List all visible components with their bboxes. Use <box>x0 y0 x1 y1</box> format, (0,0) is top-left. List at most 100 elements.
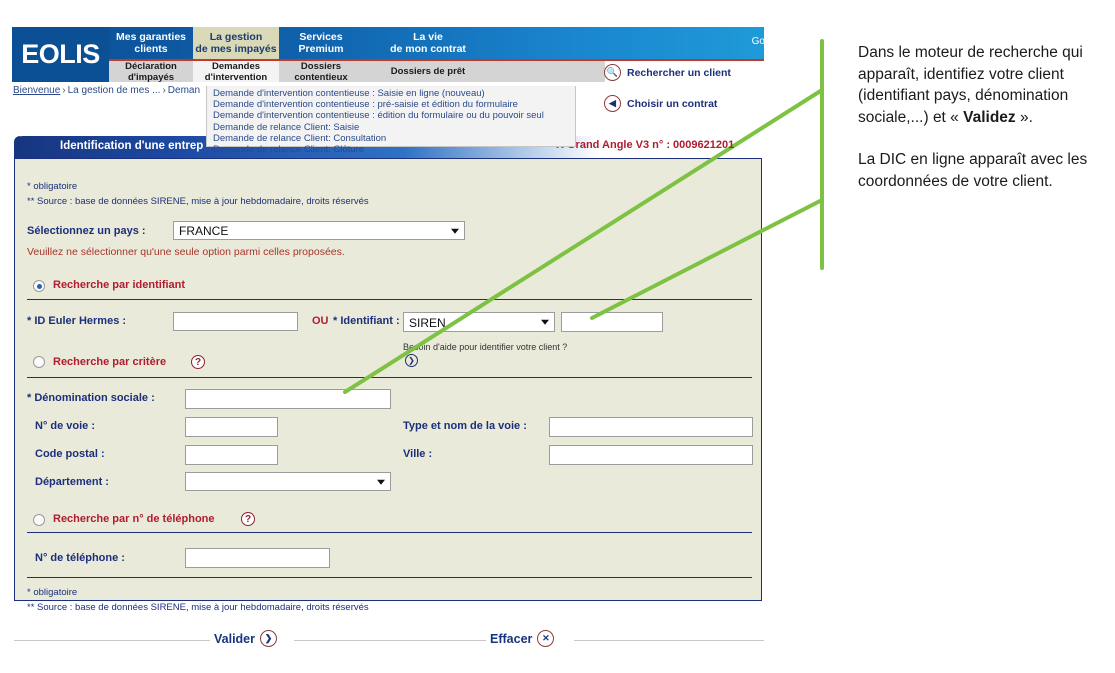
breadcrumb-home-link[interactable]: Bienvenue <box>13 85 60 96</box>
nav-tab-services-premium[interactable]: Services Premium <box>279 27 363 59</box>
country-select[interactable]: FRANCE <box>173 221 465 240</box>
sub-tab-line1: Dossiers de prêt <box>390 66 466 77</box>
sub-tab-dossiers-de-pret[interactable]: Dossiers de prêt <box>363 61 493 82</box>
sub-tab-dossiers-contentieux[interactable]: Dossiers contentieux <box>279 60 363 83</box>
departement-select[interactable] <box>185 472 391 491</box>
valider-label: Valider <box>214 631 255 646</box>
eolis-logo: EOLIS <box>12 27 109 82</box>
section-divider-2 <box>27 377 752 378</box>
go-button[interactable]: Go ✓ <box>752 33 784 49</box>
help-arrow-icon[interactable]: ❯ <box>405 354 418 367</box>
numero-de-voie-input[interactable] <box>185 417 278 437</box>
magnifier-icon: 🔍 <box>604 64 621 81</box>
breadcrumb: Bienvenue › La gestion de mes ... › Deman <box>13 85 200 96</box>
sub-tab-line1: Déclaration <box>125 60 177 72</box>
ou-separator-label: OU <box>312 315 329 327</box>
dropdown-item-relance-saisie[interactable]: Demande de relance Client: Saisie <box>213 122 575 133</box>
sub-tab-declaration-impayes[interactable]: Déclaration d'impayés <box>109 60 193 83</box>
demandes-intervention-dropdown-menu[interactable]: Demande d'intervention contentieuse : Sa… <box>206 86 576 155</box>
note-source-top: ** Source : base de données SIRENE, mise… <box>27 196 369 207</box>
effacer-button[interactable]: Effacer ✕ <box>486 630 559 647</box>
panel-title: Identification d'une entrep <box>60 140 204 152</box>
identifiant-type-select[interactable]: SIREN <box>403 312 555 332</box>
rechercher-un-client-link[interactable]: 🔍 Rechercher un client <box>604 64 731 81</box>
numero-de-voie-label: N° de voie : <box>35 420 96 432</box>
radio-recherche-par-telephone[interactable] <box>33 514 45 526</box>
euler-hermes-id-label: * ID Euler Hermes : <box>27 315 127 327</box>
numero-de-telephone-input[interactable] <box>185 548 330 568</box>
numero-de-telephone-label: N° de téléphone : <box>35 552 125 564</box>
form-actions: Valider ❯ Effacer ✕ <box>14 630 764 650</box>
choisir-un-contrat-link[interactable]: ◀ Choisir un contrat <box>604 95 717 112</box>
chevron-down-icon <box>377 479 385 485</box>
note-mandatory-top: * obligatoire <box>27 181 78 192</box>
nav-tab-la-gestion-de-mes-impayes[interactable]: La gestion de mes impayés <box>193 27 279 59</box>
dropdown-item-pre-saisie-edition[interactable]: Demande d'intervention contentieuse : pr… <box>213 99 575 110</box>
sub-tab-line1: Demandes <box>211 60 261 72</box>
breadcrumb-item-3[interactable]: Deman <box>168 85 200 96</box>
type-et-nom-de-la-voie-label: Type et nom de la voie : <box>403 420 527 432</box>
section-divider-4 <box>27 577 752 578</box>
identifiant-value-input[interactable] <box>561 312 663 332</box>
main-nav-tabs: Mes garanties clients La gestion de mes … <box>109 27 493 59</box>
nav-tab-la-vie-de-mon-contrat[interactable]: La vie de mon contrat <box>363 27 493 59</box>
sub-tab-line2: d'impayés <box>127 71 175 83</box>
nav-tab-line1: Mes garanties <box>115 31 187 43</box>
sub-navigation-bar: Déclaration d'impayés Demandes d'interve… <box>109 60 605 83</box>
help-question-icon-telephone[interactable]: ? <box>241 512 255 526</box>
eolis-logo-text: EOLIS <box>21 39 100 69</box>
country-warning-text: Veuillez ne sélectionner qu'une seule op… <box>27 246 345 258</box>
sub-tab-line2: d'intervention <box>204 71 268 83</box>
help-question-icon-critere[interactable]: ? <box>191 355 205 369</box>
country-select-value: FRANCE <box>179 224 229 238</box>
radio-label-recherche-par-critere: Recherche par critère <box>53 356 167 368</box>
nav-tab-line2: Premium <box>298 43 344 55</box>
note-mandatory-bottom: * obligatoire <box>27 587 78 598</box>
chevron-down-icon <box>541 319 549 325</box>
annotation-p1-bold: Validez <box>963 108 1016 126</box>
identification-panel: Identification d'une entrep * obligatoir… <box>14 136 764 616</box>
radio-recherche-par-identifiant[interactable] <box>33 280 45 292</box>
dropdown-item-saisie-en-ligne[interactable]: Demande d'intervention contentieuse : Sa… <box>213 88 575 99</box>
code-postal-label: Code postal : <box>35 448 105 460</box>
annotation-paragraph-2: La DIC en ligne apparaît avec les coordo… <box>858 151 1088 190</box>
type-et-nom-de-la-voie-input[interactable] <box>549 417 753 437</box>
breadcrumb-separator: › <box>62 85 66 96</box>
code-postal-input[interactable] <box>185 445 278 465</box>
sub-tab-line2: contentieux <box>294 71 348 83</box>
ville-input[interactable] <box>549 445 753 465</box>
radio-recherche-par-critere[interactable] <box>33 356 45 368</box>
denomination-sociale-input[interactable] <box>185 389 391 409</box>
panel-header-corner <box>14 136 20 158</box>
breadcrumb-separator: › <box>162 85 166 96</box>
note-source-bottom: ** Source : base de données SIRENE, mise… <box>27 602 369 613</box>
annotation-paragraph-1: Dans le moteur de recherche qui apparaît… <box>858 42 1108 128</box>
application-screenshot: EOLIS Mes garanties clients La gestion d… <box>0 0 800 673</box>
nav-tab-line1: La vie <box>413 31 443 43</box>
dropdown-item-relance-cloture[interactable]: Demande de relance Client: Clôture <box>213 144 575 155</box>
rechercher-un-client-label: Rechercher un client <box>627 66 731 79</box>
euler-hermes-id-input[interactable] <box>173 312 298 331</box>
departement-label: Département : <box>35 476 109 488</box>
denomination-sociale-label: * Dénomination sociale : <box>27 392 155 404</box>
annotation-text: Dans le moteur de recherche qui apparaît… <box>858 42 1108 192</box>
nav-tab-line1: Services <box>299 31 343 43</box>
radio-label-recherche-par-identifiant: Recherche par identifiant <box>53 279 186 291</box>
identifiant-type-value: SIREN <box>409 316 446 330</box>
radio-label-recherche-par-telephone: Recherche par n° de téléphone <box>53 513 215 525</box>
chevron-left-icon: ◀ <box>604 95 621 112</box>
choisir-un-contrat-label: Choisir un contrat <box>627 97 718 110</box>
effacer-label: Effacer <box>490 631 533 646</box>
sub-tab-demandes-intervention[interactable]: Demandes d'intervention <box>193 60 279 83</box>
panel-body: * obligatoire ** Source : base de donnée… <box>14 158 762 613</box>
check-circle-icon: ✓ <box>768 33 784 49</box>
contract-number: R Grand Angle V3 n° : 0009621201 <box>556 139 735 151</box>
dropdown-item-relance-consultation[interactable]: Demande de relance Client: Consultation <box>213 133 575 144</box>
breadcrumb-item-2[interactable]: La gestion de mes ... <box>68 85 161 96</box>
dropdown-item-edition-formulaire-pouvoir[interactable]: Demande d'intervention contentieuse : éd… <box>213 110 575 121</box>
sub-tab-line1: Dossiers <box>300 60 342 72</box>
close-x-icon: ✕ <box>537 630 555 647</box>
ville-label: Ville : <box>403 448 433 460</box>
nav-tab-mes-garanties-clients[interactable]: Mes garanties clients <box>109 27 193 59</box>
valider-button[interactable]: Valider ❯ <box>210 630 281 647</box>
